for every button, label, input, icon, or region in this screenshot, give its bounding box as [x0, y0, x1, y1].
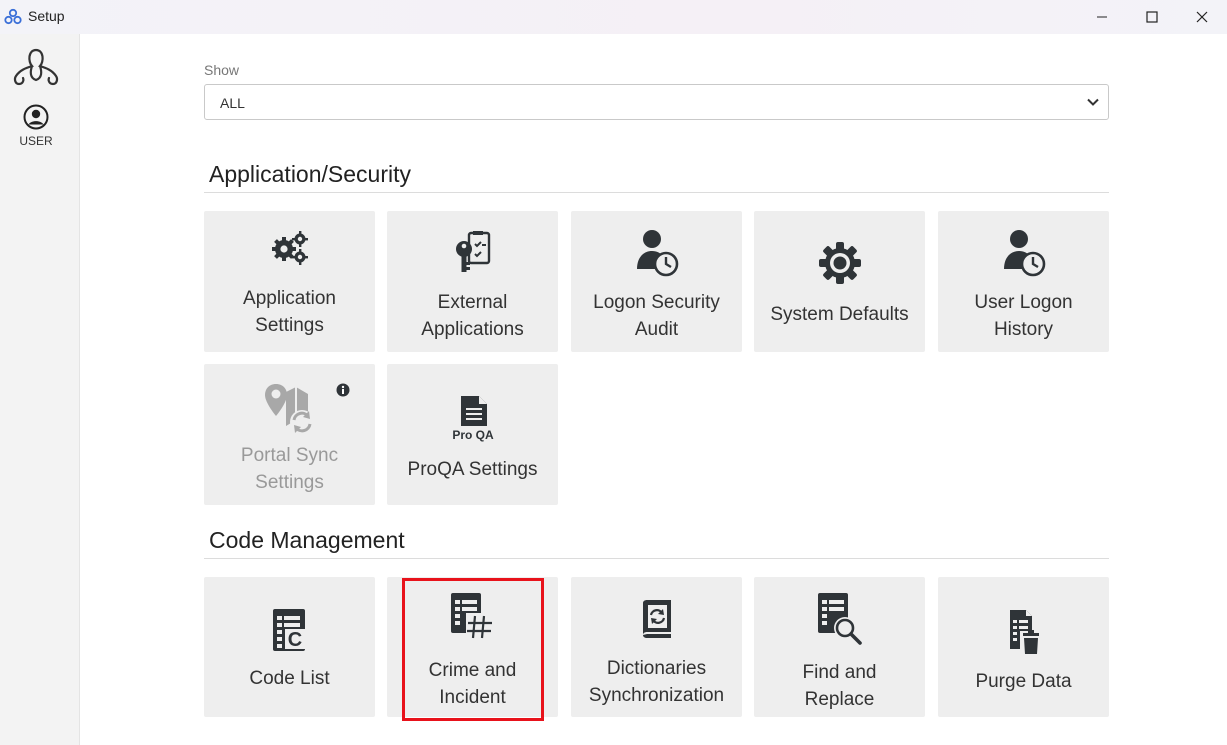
- section-divider: [204, 558, 1109, 559]
- tile-label: Crime and: [428, 660, 517, 681]
- tile-label: Application: [243, 288, 336, 309]
- app-logo-icon: [4, 8, 22, 25]
- tile-label: Audit: [634, 319, 679, 340]
- tile-label: System Defaults: [770, 304, 909, 325]
- show-filter-select[interactable]: ALL: [204, 84, 1109, 120]
- key-checklist-icon: [455, 231, 490, 272]
- tile-user-logon-history[interactable]: User Logon History: [938, 211, 1109, 352]
- document-hash-icon: [450, 593, 494, 639]
- tile-label: Code List: [249, 668, 330, 689]
- user-clock-icon: [1003, 230, 1045, 277]
- tile-label: External: [437, 292, 508, 313]
- tile-label: Logon Security: [593, 292, 720, 313]
- book-sync-icon: [642, 600, 671, 638]
- maximize-icon: [1146, 11, 1158, 23]
- show-filter-value: ALL: [220, 95, 245, 111]
- tile-portal-sync-settings[interactable]: Portal Sync Settings: [204, 364, 375, 505]
- maximize-button[interactable]: [1129, 0, 1175, 34]
- user-label: USER: [19, 134, 53, 148]
- document-search-icon: [817, 593, 862, 645]
- tile-code-list[interactable]: C Code List: [204, 577, 375, 717]
- tile-label: ProQA Settings: [407, 459, 538, 480]
- tile-logon-security-audit[interactable]: Logon Security Audit: [571, 211, 742, 352]
- tile-label: Incident: [439, 687, 506, 708]
- tile-label: Replace: [804, 689, 875, 710]
- minimize-button[interactable]: [1079, 0, 1125, 34]
- document-trash-icon: [1009, 610, 1042, 655]
- tile-label: Synchronization: [588, 685, 725, 706]
- code-list-icon: C: [272, 609, 305, 651]
- tile-find-and-replace[interactable]: Find and Replace: [754, 577, 925, 717]
- minimize-icon: [1097, 16, 1107, 18]
- tile-label: Purge Data: [975, 671, 1072, 692]
- proqa-icon-text: Pro QA: [452, 428, 494, 442]
- map-sync-icon: [264, 384, 314, 434]
- tile-label: Find and: [802, 662, 877, 683]
- user-menu[interactable]: USER: [12, 104, 60, 148]
- user-circle-icon: [23, 104, 49, 130]
- section-title-application-security: Application/Security: [209, 161, 411, 187]
- section-title-code-management: Code Management: [209, 527, 405, 553]
- tile-label: History: [993, 319, 1054, 340]
- gears-icon: [271, 231, 308, 265]
- tile-application-settings[interactable]: Application Settings: [204, 211, 375, 352]
- close-button[interactable]: [1179, 0, 1225, 34]
- show-filter-label: Show: [204, 62, 240, 78]
- tile-purge-data[interactable]: Purge Data: [938, 577, 1109, 717]
- close-icon: [1196, 11, 1208, 23]
- tile-crime-and-incident[interactable]: Crime and Incident: [387, 577, 558, 717]
- svg-text:C: C: [287, 629, 301, 651]
- tile-label: Applications: [421, 319, 524, 340]
- chevron-down-icon: [1087, 98, 1099, 106]
- tile-label: User Logon: [974, 292, 1073, 313]
- sidebar: USER: [0, 34, 80, 745]
- tile-label: Portal Sync: [240, 445, 339, 466]
- title-bar: Setup: [0, 0, 1227, 34]
- tile-label: Dictionaries: [606, 658, 707, 679]
- proqa-document-icon: Pro QA: [452, 396, 494, 442]
- tile-label: Settings: [255, 315, 324, 336]
- user-clock-icon: [636, 230, 678, 277]
- tile-system-defaults[interactable]: System Defaults: [754, 211, 925, 352]
- window-title: Setup: [28, 8, 65, 24]
- section-divider: [204, 192, 1109, 193]
- gear-icon: [818, 242, 861, 284]
- info-icon[interactable]: [336, 383, 350, 397]
- tile-dictionaries-synchronization[interactable]: Dictionaries Synchronization: [571, 577, 742, 717]
- home-logo-icon[interactable]: [10, 46, 62, 90]
- tile-label: Settings: [255, 472, 324, 493]
- tile-proqa-settings[interactable]: Pro QA ProQA Settings: [387, 364, 558, 505]
- tile-external-applications[interactable]: External Applications: [387, 211, 558, 352]
